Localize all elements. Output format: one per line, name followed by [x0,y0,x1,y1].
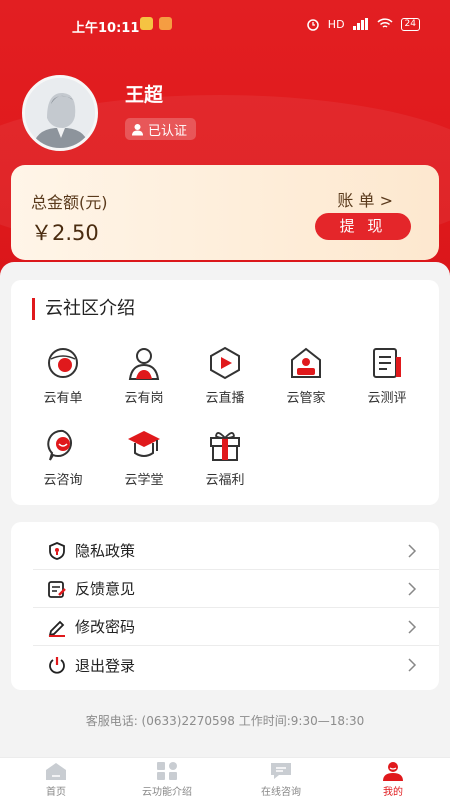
tab-mine[interactable]: 我的 [348,761,438,798]
battery-indicator: 24 [400,17,420,31]
gift-box-icon [210,432,240,461]
chat-icon [271,763,291,779]
chevron-right-icon [408,543,417,558]
feature-label: 云管家 [286,391,326,406]
job-person-icon [128,348,160,380]
feature-label: 云福利 [205,473,245,488]
live-play-icon [210,346,240,380]
feature-label: 云有岗 [124,391,164,406]
notification-icons [140,17,172,30]
pen-icon [48,620,65,637]
tab-label: 首页 [46,787,66,798]
feature-assessment[interactable]: 云测评 [354,345,420,406]
status-time: 上午10:11 [72,21,140,36]
wifi-icon [377,18,393,28]
balance-amount: ￥2.50 [31,221,99,245]
default-avatar-icon [25,78,95,148]
user-name: 王超 [125,84,164,106]
menu-label: 反馈意见 [75,580,136,598]
home-icon [46,763,66,780]
customer-service-info: 客服电话: (0633)2270598 工作时间:9:30—18:30 [85,714,365,728]
avatar[interactable] [22,75,98,151]
feature-label: 云测评 [367,391,407,406]
feature-live[interactable]: 云直播 [192,345,258,406]
power-icon [49,657,65,674]
tab-label: 我的 [383,787,403,798]
app-notification-icon [140,17,153,30]
order-globe-icon [48,348,78,378]
privacy-shield-icon [49,541,65,560]
feature-keeper[interactable]: 云管家 [273,345,339,406]
chevron-right-icon [408,581,417,596]
feature-job[interactable]: 云有岗 [111,345,177,406]
tab-home[interactable]: 首页 [11,761,101,798]
chevron-right-icon [408,619,417,634]
feature-consult[interactable]: 云咨询 [30,427,96,488]
status-bar: 上午10:11 HD 24 [0,0,450,48]
network-label: HD [327,17,345,31]
menu-item-logout[interactable]: 退出登录 [33,646,439,684]
house-keeper-icon [291,347,321,378]
alarm-icon [307,19,319,31]
menu-label: 隐私政策 [75,542,136,560]
verified-badge: 已认证 [125,118,197,140]
tab-label: 在线咨询 [261,787,301,798]
feature-label: 云直播 [205,391,245,406]
menu-item-password[interactable]: 修改密码 [33,608,439,646]
bottom-tab-bar: 首页 云功能介绍 在线咨询 我的 [0,757,450,800]
user-check-icon [132,123,143,135]
feedback-edit-icon [48,580,66,598]
menu-item-privacy[interactable]: 隐私政策 [33,532,439,570]
feature-label: 云有单 [43,391,83,406]
tab-label: 云功能介绍 [142,787,192,798]
settings-menu: 隐私政策 反馈意见 修改密码 退出登录 [11,522,439,690]
chevron-right-icon [408,658,417,672]
feature-school[interactable]: 云学堂 [111,427,177,488]
withdraw-button[interactable]: 提 现 [315,213,411,240]
tab-features[interactable]: 云功能介绍 [122,761,212,798]
tab-consult[interactable]: 在线咨询 [236,761,326,798]
feature-order[interactable]: 云有单 [30,345,96,406]
verified-label: 已认证 [148,123,188,139]
balance-card: 总金额(元) ￥2.50 账 单 > 提 现 [11,165,439,260]
section-title: 云社区介绍 [32,298,135,320]
signal-icon [352,18,368,30]
user-icon [383,762,403,781]
consult-chat-icon [47,429,72,461]
menu-item-feedback[interactable]: 反馈意见 [33,570,439,608]
feature-welfare[interactable]: 云福利 [192,427,258,488]
app-notification-icon [159,17,172,30]
status-indicators: HD 24 [306,17,420,31]
balance-title: 总金额(元) [31,193,108,212]
bill-link[interactable]: 账 单 > [337,187,393,211]
menu-label: 退出登录 [75,656,136,675]
menu-label: 修改密码 [75,618,136,636]
grid-icon [157,762,177,780]
graduation-cap-icon [128,431,160,457]
feature-label: 云咨询 [43,473,83,488]
assessment-doc-icon [373,348,401,378]
feature-label: 云学堂 [124,473,164,488]
